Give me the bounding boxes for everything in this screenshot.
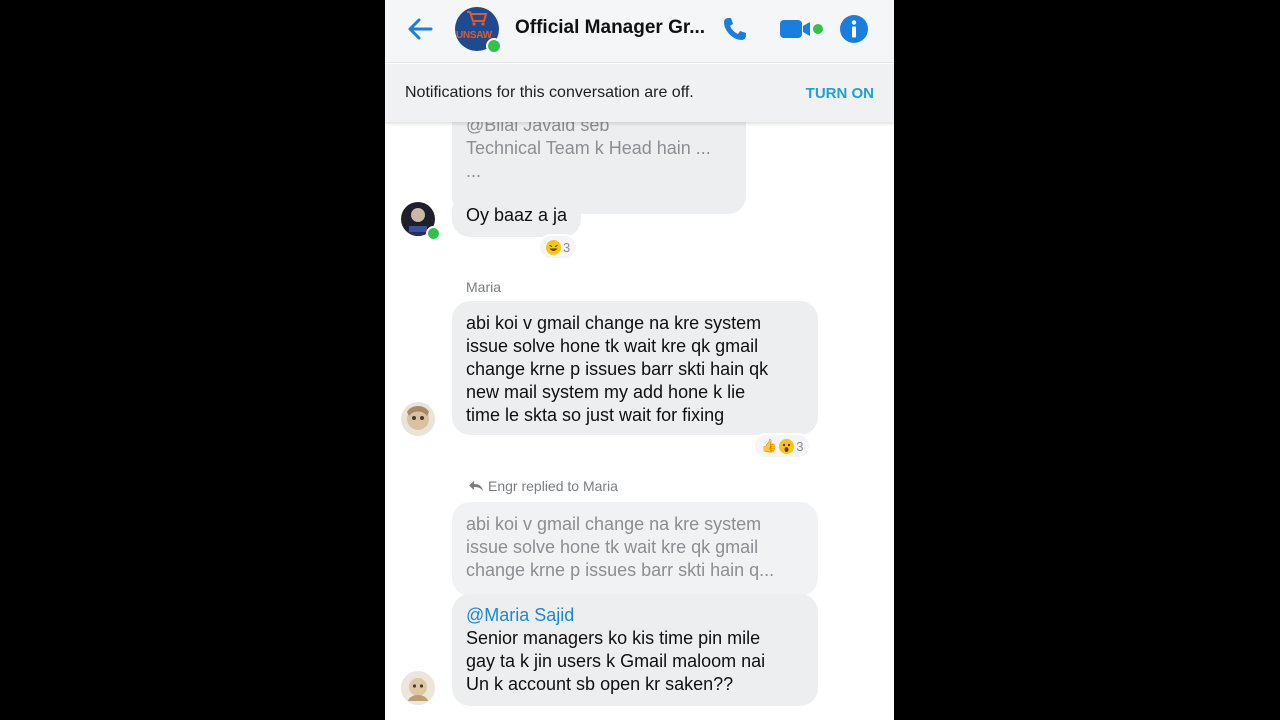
phone-call-icon[interactable]: [721, 15, 749, 43]
online-indicator: [426, 226, 441, 241]
cart-icon: [467, 11, 488, 26]
mention-link[interactable]: @Maria Sajid: [466, 604, 574, 627]
message-text: abi koi v gmail change na kre system iss…: [466, 313, 769, 425]
sender-avatar-2[interactable]: [401, 402, 435, 436]
info-icon[interactable]: [839, 14, 869, 44]
laughing-emoji-icon: [546, 239, 561, 255]
quoted-message-bubble[interactable]: abi koi v gmail change na kre system iss…: [452, 502, 818, 596]
message-bubble[interactable]: @Maria Sajid Senior managers ko kis time…: [452, 594, 818, 706]
quoted-text: abi koi v gmail change na kre system iss…: [466, 514, 775, 580]
conversation-title[interactable]: Official Manager Gr...: [515, 17, 705, 39]
message-bubble[interactable]: Oy baaz a ja: [452, 193, 582, 237]
reaction-count: 3: [796, 438, 804, 454]
video-call-icon[interactable]: [779, 18, 825, 40]
conversation-header: UNSAW Official Manager Gr...: [385, 0, 894, 63]
reply-label-text: Engr replied to Maria: [488, 478, 618, 494]
back-arrow-icon[interactable]: [405, 14, 435, 44]
reply-label: Engr replied to Maria: [468, 478, 618, 494]
messenger-screen: UNSAW Official Manager Gr... Notificatio…: [385, 0, 894, 720]
reaction-count: 3: [563, 239, 571, 255]
turn-on-button[interactable]: TURN ON: [806, 85, 874, 102]
sender-name: Maria: [466, 279, 502, 295]
notifications-off-banner: Notifications for this conversation are …: [385, 64, 894, 122]
message-bubble[interactable]: abi koi v gmail change na kre system iss…: [452, 301, 818, 435]
thumbs-up-emoji-icon: 👍: [761, 438, 778, 453]
message-text: Oy baaz a ja: [466, 204, 568, 225]
reply-arrow-icon: [469, 481, 483, 491]
reaction-badge[interactable]: 👍 3: [755, 435, 810, 457]
online-indicator: [486, 38, 502, 54]
quoted-text: @Bilal Javaid seb Technical Team k Head …: [466, 115, 711, 181]
message-text: Senior managers ko kis time pin mile gay…: [466, 628, 766, 694]
reaction-badge[interactable]: 3: [540, 236, 577, 258]
surprised-emoji-icon: [779, 438, 795, 454]
notifications-off-text: Notifications for this conversation are …: [405, 84, 694, 101]
sender-avatar-3[interactable]: [401, 671, 435, 705]
